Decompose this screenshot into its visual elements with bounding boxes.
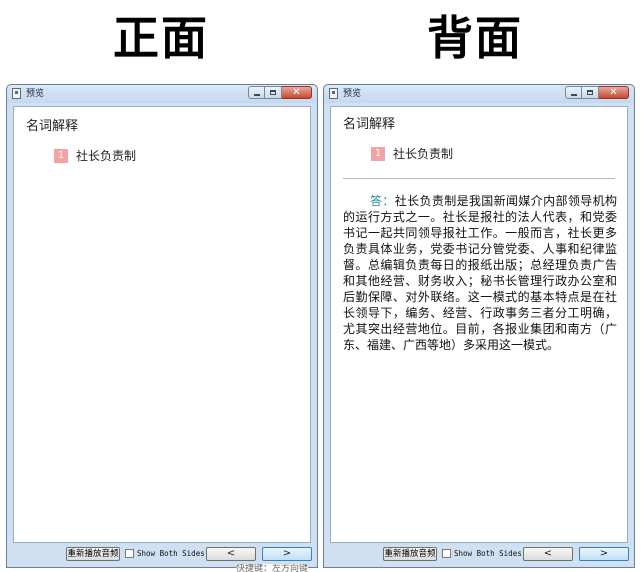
back-preview-window: 预览 名词解释 1 社长负责制 答：社长负责制是我国新闻媒介内部领导机构的运行方… — [323, 84, 635, 568]
next-button[interactable]: > — [579, 547, 629, 561]
term-row: 1 社长负责制 — [371, 145, 453, 163]
answer-text: 社长负责制是我国新闻媒介内部领导机构的运行方式之一。社长是报社的法人代表，和党委… — [343, 194, 617, 352]
window-titlebar[interactable]: 预览 — [7, 85, 317, 103]
front-preview-window: 预览 名词解释 1 社长负责制 重新播放音频 Show Both Sides <… — [6, 84, 318, 568]
window-caption-buttons — [248, 86, 312, 100]
window-title: 预览 — [343, 89, 362, 99]
front-back-divider — [343, 178, 615, 179]
section-label: 名词解释 — [26, 119, 79, 134]
window-titlebar[interactable]: 预览 — [324, 85, 634, 103]
minimize-icon[interactable] — [565, 86, 582, 99]
bottom-toolbar: 重新播放音频 Show Both Sides < > — [13, 545, 312, 563]
maximize-icon[interactable] — [265, 86, 282, 99]
shortcut-tooltip: 快捷键：左方向键 — [236, 564, 309, 572]
term-text: 社长负责制 — [76, 149, 137, 163]
app-icon — [12, 88, 21, 99]
show-both-sides-label: Show Both Sides — [137, 549, 205, 558]
maximize-icon[interactable] — [582, 86, 599, 99]
show-both-sides-checkbox[interactable] — [442, 549, 451, 558]
minimize-icon[interactable] — [248, 86, 265, 99]
close-icon[interactable] — [282, 86, 312, 99]
answer-paragraph: 答：社长负责制是我国新闻媒介内部领导机构的运行方式之一。社长是报社的法人代表，和… — [343, 193, 617, 353]
app-icon — [329, 88, 338, 99]
term-number-badge: 1 — [54, 149, 68, 163]
term-row: 1 社长负责制 — [54, 147, 136, 165]
close-icon[interactable] — [599, 86, 629, 99]
bottom-toolbar: 重新播放音频 Show Both Sides < > — [330, 545, 629, 563]
show-both-sides-checkbox[interactable] — [125, 549, 134, 558]
next-button[interactable]: > — [262, 547, 312, 561]
window-caption-buttons — [565, 86, 629, 100]
previous-button[interactable]: < — [206, 547, 256, 561]
replay-audio-button[interactable]: 重新播放音频 — [383, 547, 437, 561]
front-side-heading: 正面 — [113, 11, 209, 65]
card-content: 名词解释 1 社长负责制 — [13, 106, 311, 543]
back-side-heading: 背面 — [427, 11, 523, 65]
previous-button[interactable]: < — [523, 547, 573, 561]
window-title: 预览 — [26, 89, 45, 99]
section-label: 名词解释 — [343, 117, 396, 132]
term-text: 社长负责制 — [393, 147, 454, 161]
answer-label: 答： — [370, 194, 395, 208]
card-content: 名词解释 1 社长负责制 答：社长负责制是我国新闻媒介内部领导机构的运行方式之一… — [330, 106, 628, 543]
show-both-sides-label: Show Both Sides — [454, 549, 522, 558]
replay-audio-button[interactable]: 重新播放音频 — [66, 547, 120, 561]
term-number-badge: 1 — [371, 147, 385, 161]
